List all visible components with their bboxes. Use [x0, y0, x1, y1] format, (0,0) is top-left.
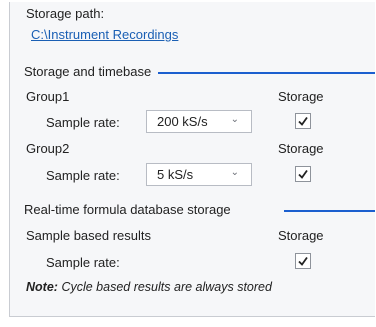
group2-sample-rate-label: Sample rate:	[46, 168, 120, 183]
storage-settings-panel: Storage path: C:\Instrument Recordings S…	[9, 2, 375, 317]
chevron-down-icon: ⌄	[230, 114, 239, 125]
checkmark-icon	[298, 256, 308, 266]
group1-sample-rate-label: Sample rate:	[46, 115, 120, 130]
group2-storage-label: Storage	[278, 141, 324, 156]
section-divider	[284, 210, 375, 212]
formula-storage-label: Storage	[278, 228, 324, 243]
group2-storage-checkbox[interactable]	[295, 166, 311, 182]
storage-path-link[interactable]: C:\Instrument Recordings	[31, 27, 178, 42]
storage-path-label: Storage path:	[26, 6, 105, 21]
formula-storage-checkbox[interactable]	[295, 253, 311, 269]
group1-storage-label: Storage	[278, 89, 324, 104]
section-title-formula-storage: Real-time formula database storage	[24, 202, 231, 217]
group1-storage-checkbox[interactable]	[295, 113, 311, 129]
note-prefix: Note:	[26, 280, 58, 294]
section-divider	[158, 72, 375, 74]
formula-sample-rate-label: Sample rate:	[46, 255, 120, 270]
cycle-results-note: Note: Cycle based results are always sto…	[26, 280, 272, 294]
note-text: Cycle based results are always stored	[61, 280, 272, 294]
group2-sample-rate-select[interactable]: 5 kS/s ⌄	[146, 163, 252, 186]
sample-based-results-label: Sample based results	[26, 228, 152, 243]
group1-sample-rate-select[interactable]: 200 kS/s ⌄	[146, 110, 252, 133]
group1-sample-rate-value: 200 kS/s	[157, 114, 208, 129]
group2-label: Group2	[26, 141, 70, 156]
checkmark-icon	[298, 116, 308, 126]
section-title-storage-timebase: Storage and timebase	[24, 64, 152, 79]
group1-label: Group1	[26, 89, 70, 104]
checkmark-icon	[298, 169, 308, 179]
chevron-down-icon: ⌄	[230, 167, 239, 178]
group2-sample-rate-value: 5 kS/s	[157, 167, 194, 182]
